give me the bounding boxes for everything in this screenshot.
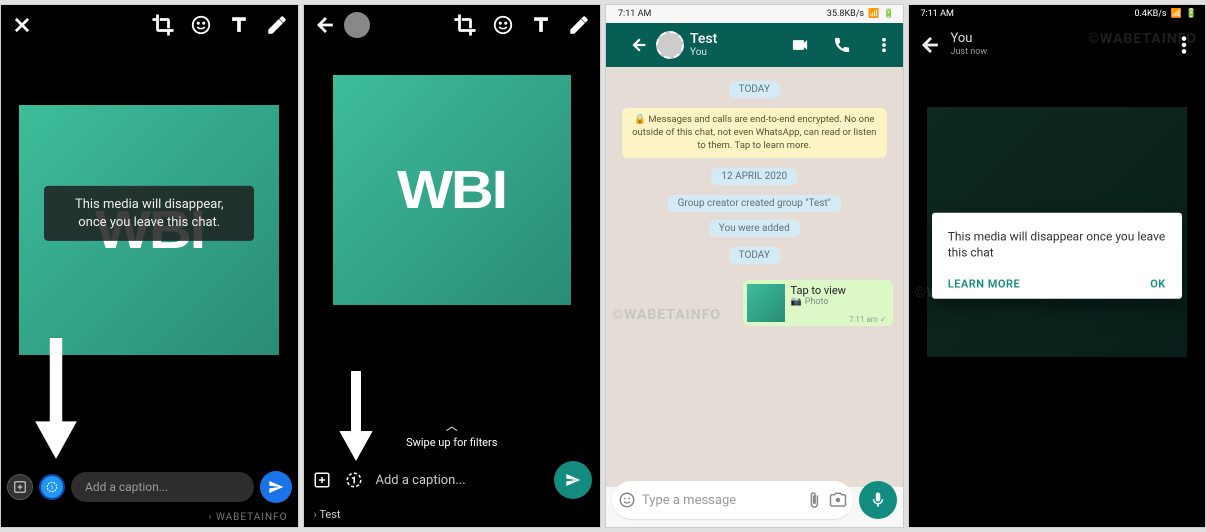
back-icon[interactable] xyxy=(628,34,650,56)
msg-time: 7:11 am ✓ xyxy=(849,315,886,324)
dialog-text: This media will disappear once you leave… xyxy=(948,228,1166,262)
chat-body[interactable]: TODAY 🔒 Messages and calls are end-to-en… xyxy=(606,67,903,487)
status-net: 0.4KB/s xyxy=(1134,9,1166,19)
group-avatar[interactable] xyxy=(656,31,684,59)
swipe-hint[interactable]: ︿ Swipe up for filters xyxy=(304,417,601,449)
chevron-up-icon: ︿ xyxy=(304,417,601,434)
pointer-arrow xyxy=(31,338,81,467)
draw-icon[interactable] xyxy=(568,14,590,36)
emoji-icon[interactable] xyxy=(618,491,636,509)
image-preview: WBI xyxy=(333,75,571,305)
disappear-toast: This media will disappear, once you leav… xyxy=(44,186,254,241)
screen-4-viewer: 7:11 AM 0.4KB/s 📶 🔋 You Just now ©WABETA… xyxy=(908,4,1206,528)
emoji-icon[interactable] xyxy=(492,14,514,36)
battery-icon: 🔋 xyxy=(1186,9,1197,19)
viewer-time: Just now xyxy=(951,47,1164,57)
menu-icon[interactable] xyxy=(873,34,895,56)
screen-2-media-editor: WBI ︿ Swipe up for filters 1 Add a capti… xyxy=(303,4,602,528)
crop-icon[interactable] xyxy=(152,14,174,36)
battery-icon: 🔋 xyxy=(883,9,894,19)
media-viewer-header: You Just now xyxy=(909,23,1206,67)
encryption-note[interactable]: 🔒 Messages and calls are end-to-end encr… xyxy=(622,108,887,158)
back-icon[interactable] xyxy=(314,14,336,36)
sys-bubble: You were added xyxy=(709,220,800,237)
learn-more-button[interactable]: LEARN MORE xyxy=(948,278,1020,291)
sys-date: TODAY xyxy=(729,247,780,264)
watermark: ©WABETAINFO xyxy=(612,307,721,323)
status-time: 7:11 AM xyxy=(618,9,651,19)
svg-text:1: 1 xyxy=(351,476,356,486)
video-call-icon[interactable] xyxy=(789,34,811,56)
image-logo-text: WBI xyxy=(397,159,506,221)
caption-row: 1 Add a caption... xyxy=(312,461,593,499)
menu-icon[interactable] xyxy=(1173,34,1195,56)
attach-icon[interactable] xyxy=(805,491,823,509)
draw-icon[interactable] xyxy=(266,14,288,36)
caption-input[interactable]: Add a caption... xyxy=(376,473,543,488)
input-placeholder: Type a message xyxy=(642,493,799,508)
add-media-button[interactable] xyxy=(312,470,332,490)
editor-topbar xyxy=(1,5,298,45)
screen-3-chat: 7:11 AM 35.8KB/s 📶 🔋 Test You TODAY 🔒 Me… xyxy=(605,4,904,528)
chat-subtitle: You xyxy=(690,47,769,59)
sys-date: 12 APRIL 2020 xyxy=(711,168,797,185)
svg-text:1: 1 xyxy=(50,485,53,491)
recipient-label: Test xyxy=(314,508,341,521)
camera-icon[interactable] xyxy=(829,491,847,509)
send-button[interactable] xyxy=(260,471,292,503)
image-preview: WBI This media will disappear, once you … xyxy=(19,105,279,355)
back-icon[interactable] xyxy=(919,34,941,56)
message-thumb xyxy=(747,284,785,322)
view-once-toggle[interactable]: 1 xyxy=(344,470,364,490)
screen-1-media-editor: WBI This media will disappear, once you … xyxy=(0,4,299,528)
mic-button[interactable] xyxy=(859,481,897,519)
signal-icon: 📶 xyxy=(868,9,879,19)
chat-title-block[interactable]: Test You xyxy=(690,31,769,59)
viewer-title-block: You Just now xyxy=(951,32,1164,57)
status-bar: 7:11 AM 0.4KB/s 📶 🔋 xyxy=(909,5,1206,23)
editor-topbar xyxy=(304,5,601,45)
voice-call-icon[interactable] xyxy=(831,34,853,56)
caption-placeholder: Add a caption... xyxy=(376,473,466,488)
signal-icon: 📶 xyxy=(1171,9,1182,19)
ok-button[interactable]: OK xyxy=(1150,278,1166,291)
add-media-button[interactable] xyxy=(7,474,33,500)
view-once-toggle[interactable]: 1 xyxy=(39,474,65,500)
status-time: 7:11 AM xyxy=(921,9,954,19)
caption-placeholder: Add a caption... xyxy=(85,480,168,494)
caption-input[interactable]: Add a caption... xyxy=(71,472,254,502)
chat-input-row: Type a message xyxy=(612,481,897,519)
caption-row: 1 Add a caption... xyxy=(7,471,292,503)
status-bar: 7:11 AM 35.8KB/s 📶 🔋 xyxy=(606,5,903,23)
sys-date: TODAY xyxy=(729,81,780,98)
chat-title: Test xyxy=(690,31,769,47)
close-icon[interactable] xyxy=(11,14,33,36)
msg-line2: 📷 Photo xyxy=(791,297,846,307)
status-net: 35.8KB/s xyxy=(827,9,864,19)
send-button[interactable] xyxy=(554,461,592,499)
recipient-avatar xyxy=(344,12,370,38)
viewer-sender: You xyxy=(951,32,1164,47)
crop-icon[interactable] xyxy=(454,14,476,36)
disappear-dialog: This media will disappear once you leave… xyxy=(932,212,1182,299)
message-input[interactable]: Type a message xyxy=(612,481,853,519)
text-icon[interactable] xyxy=(530,14,552,36)
source-label: › WABETAINFO xyxy=(208,512,287,523)
sys-bubble: Group creator created group "Test" xyxy=(668,195,841,212)
view-once-message[interactable]: Tap to view 📷 Photo 7:11 am ✓ xyxy=(743,280,893,326)
chat-header: Test You xyxy=(606,23,903,67)
msg-line1: Tap to view xyxy=(791,284,846,297)
emoji-icon[interactable] xyxy=(190,14,212,36)
text-icon[interactable] xyxy=(228,14,250,36)
